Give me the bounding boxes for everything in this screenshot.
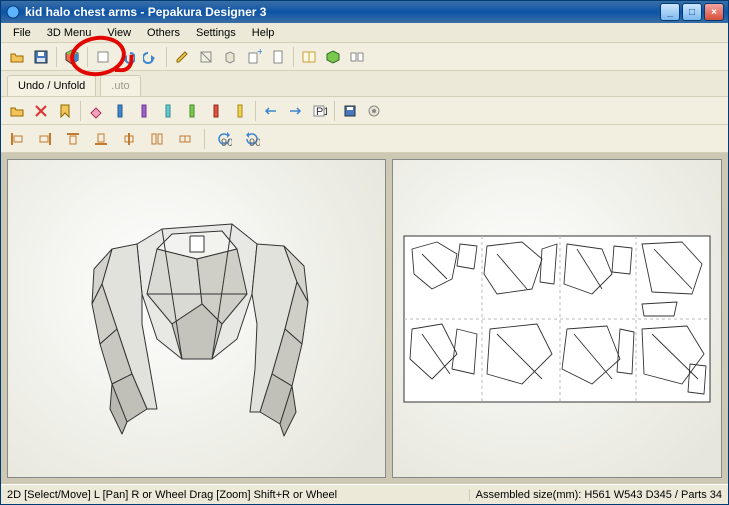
cut-red-icon[interactable] bbox=[30, 100, 52, 122]
rotate-ccw-icon[interactable]: 90 bbox=[213, 128, 235, 150]
align-top-icon[interactable] bbox=[62, 128, 84, 150]
align-center-icon[interactable] bbox=[118, 128, 140, 150]
col-violet-icon[interactable] bbox=[133, 100, 155, 122]
add-icon[interactable]: + bbox=[243, 46, 265, 68]
menu-file[interactable]: File bbox=[5, 25, 39, 41]
undo-icon[interactable] bbox=[116, 46, 138, 68]
cut-icon[interactable] bbox=[195, 46, 217, 68]
toolbar-secondary: P1 bbox=[1, 97, 728, 125]
toolbar-main: + bbox=[1, 43, 728, 71]
unfold-sheet bbox=[402, 234, 712, 404]
save-icon[interactable] bbox=[30, 46, 52, 68]
close-button[interactable]: × bbox=[704, 3, 724, 21]
col-green-icon[interactable] bbox=[181, 100, 203, 122]
menu-view[interactable]: View bbox=[99, 25, 139, 41]
window-title: kid halo chest arms - Pepakura Designer … bbox=[25, 5, 660, 19]
eraser-icon[interactable] bbox=[85, 100, 107, 122]
svg-text:90: 90 bbox=[221, 137, 232, 147]
tab-undo-unfold[interactable]: Undo / Unfold bbox=[7, 75, 96, 96]
minimize-button[interactable]: _ bbox=[660, 3, 680, 21]
col-blue-icon[interactable] bbox=[109, 100, 131, 122]
bookmark-icon[interactable] bbox=[54, 100, 76, 122]
edit-icon[interactable] bbox=[92, 46, 114, 68]
page-icon[interactable] bbox=[267, 46, 289, 68]
armor-model bbox=[52, 174, 342, 464]
redo-icon[interactable] bbox=[140, 46, 162, 68]
col-red-icon[interactable] bbox=[205, 100, 227, 122]
split-icon[interactable] bbox=[174, 128, 196, 150]
menu-others[interactable]: Others bbox=[139, 25, 188, 41]
col-yellow-icon[interactable] bbox=[229, 100, 251, 122]
cube-color-icon[interactable] bbox=[61, 46, 83, 68]
menu-3d[interactable]: 3D Menu bbox=[39, 25, 100, 41]
save-small-icon[interactable] bbox=[339, 100, 361, 122]
2d-unfold-pane[interactable] bbox=[392, 159, 722, 478]
swap-icon[interactable] bbox=[346, 46, 368, 68]
menu-settings[interactable]: Settings bbox=[188, 25, 244, 41]
config-icon[interactable] bbox=[363, 100, 385, 122]
book-icon[interactable] bbox=[298, 46, 320, 68]
arrows2-icon[interactable] bbox=[284, 100, 306, 122]
pencil-icon[interactable] bbox=[171, 46, 193, 68]
tab-strip: Undo / Unfold .uto bbox=[1, 71, 728, 97]
arrows1-icon[interactable] bbox=[260, 100, 282, 122]
menu-help[interactable]: Help bbox=[244, 25, 283, 41]
p1-icon[interactable]: P1 bbox=[308, 100, 330, 122]
green-accent-icon[interactable] bbox=[322, 46, 344, 68]
rotate-cw-icon[interactable]: 90 bbox=[241, 128, 263, 150]
svg-text:90: 90 bbox=[249, 137, 260, 147]
align-right-icon[interactable] bbox=[34, 128, 56, 150]
maximize-button[interactable]: □ bbox=[682, 3, 702, 21]
open2-icon[interactable] bbox=[6, 100, 28, 122]
tab-secondary[interactable]: .uto bbox=[100, 75, 140, 96]
merge-icon[interactable] bbox=[146, 128, 168, 150]
open-icon[interactable] bbox=[6, 46, 28, 68]
align-bottom-icon[interactable] bbox=[90, 128, 112, 150]
toolbar-align: 90 90 bbox=[1, 125, 728, 153]
content-area bbox=[1, 153, 728, 484]
status-right-text: Assembled size(mm): H561 W543 D345 / Par… bbox=[469, 489, 722, 501]
svg-text:P1: P1 bbox=[316, 106, 327, 118]
3d-view-pane[interactable] bbox=[7, 159, 386, 478]
status-bar: 2D [Select/Move] L [Pan] R or Wheel Drag… bbox=[1, 484, 728, 504]
title-bar: kid halo chest arms - Pepakura Designer … bbox=[1, 1, 728, 23]
window-controls: _ □ × bbox=[660, 3, 724, 21]
status-left-text: 2D [Select/Move] L [Pan] R or Wheel Drag… bbox=[7, 489, 469, 501]
menu-bar: File 3D Menu View Others Settings Help bbox=[1, 23, 728, 43]
box-icon[interactable] bbox=[219, 46, 241, 68]
col-cyan-icon[interactable] bbox=[157, 100, 179, 122]
align-left-icon[interactable] bbox=[6, 128, 28, 150]
app-icon bbox=[5, 4, 21, 20]
svg-text:+: + bbox=[257, 49, 262, 58]
